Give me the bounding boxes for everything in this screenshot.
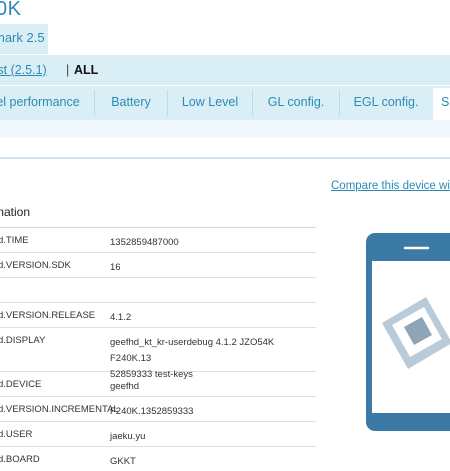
table-row: d.BOARD GKKT xyxy=(0,447,316,471)
row-key: d.VERSION.SDK xyxy=(0,260,71,271)
row-value: GKKT xyxy=(110,456,136,467)
section-divider xyxy=(0,157,450,159)
row-key: d.VERSION.RELEASE xyxy=(0,310,96,321)
table-row: d.DEVICE geefhd xyxy=(0,372,316,397)
row-key: d.DEVICE xyxy=(0,379,42,390)
tab-gl-config[interactable]: GL config. xyxy=(253,86,339,118)
table-row: d.USER jaeku.yu xyxy=(0,422,316,447)
tab-selected[interactable]: S xyxy=(433,88,450,122)
table-row: d.VERSION.INCREMENTAL F240K.1352859333 xyxy=(0,397,316,422)
row-value: jaeku.yu xyxy=(110,431,146,442)
row-key: d.TIME xyxy=(0,235,29,246)
table-row: d.VERSION.RELEASE 4.1.2 xyxy=(0,303,316,328)
info-table: mation d.TIME 1352859487000 d.VERSION.SD… xyxy=(0,197,316,471)
all-versions-label[interactable]: ALL xyxy=(74,63,98,77)
tab-performance[interactable]: el performance xyxy=(0,86,82,118)
tab-battery[interactable]: Battery xyxy=(95,86,167,118)
row-key: d.BOARD xyxy=(0,454,40,465)
row-value: F240K.1352859333 xyxy=(110,406,194,417)
version-bar: atest (2.5.1) | ALL xyxy=(0,55,450,85)
version-separator: | xyxy=(66,63,70,77)
tab-egl-config[interactable]: EGL config. xyxy=(340,86,432,118)
info-title-text: mation xyxy=(0,205,31,219)
row-value: 4.1.2 xyxy=(110,312,132,323)
row-key: d.USER xyxy=(0,429,33,440)
device-title: 0K xyxy=(0,0,22,20)
benchmark-label-box: mark 2.5 xyxy=(0,24,48,54)
row-key: d.VERSION.INCREMENTAL xyxy=(0,404,119,415)
tab-bar: el performance Battery Low Level GL conf… xyxy=(0,86,450,120)
table-row: d.DISPLAY geefhd_kt_kr-userdebug 4.1.2 J… xyxy=(0,328,316,380)
row-value: geefhd xyxy=(110,381,140,392)
info-table-title: mation xyxy=(0,197,316,228)
compare-device-link[interactable]: Compare this device wit xyxy=(331,180,450,192)
table-row xyxy=(0,278,316,303)
table-row: d.VERSION.SDK 16 xyxy=(0,253,316,278)
tablet-icon xyxy=(360,225,450,455)
table-row: d.TIME 1352859487000 xyxy=(0,228,316,253)
row-value: 1352859487000 xyxy=(110,237,179,248)
latest-version-link[interactable]: atest (2.5.1) xyxy=(0,63,47,77)
tab-low-level[interactable]: Low Level xyxy=(168,86,252,118)
benchmark-label: mark 2.5 xyxy=(0,30,45,45)
row-value-line1: geefhd_kt_kr-userdebug 4.1.2 JZO54K F240… xyxy=(110,337,275,364)
tab-content-strip xyxy=(0,120,450,138)
row-key: d.DISPLAY xyxy=(0,335,46,346)
tab-selected-label: S xyxy=(441,95,450,109)
row-value: 16 xyxy=(110,262,121,273)
